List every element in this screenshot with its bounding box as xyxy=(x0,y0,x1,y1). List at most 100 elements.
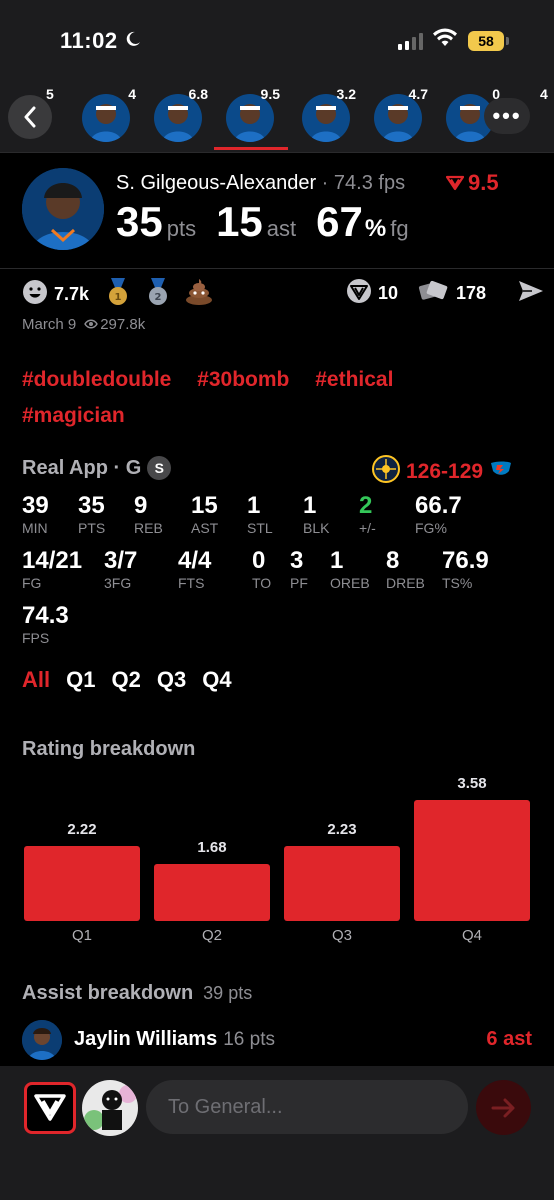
stat-pf: 3 PF xyxy=(290,547,308,591)
assist-avatar xyxy=(22,1020,62,1060)
stat-label: MIN xyxy=(22,520,48,536)
tab-all[interactable]: All xyxy=(22,667,50,693)
stat-label: FPS xyxy=(22,630,50,646)
rating-logo-icon xyxy=(446,175,464,191)
status-time: 11:02 xyxy=(60,28,118,53)
share-icon[interactable] xyxy=(518,279,544,308)
stat-value: 3 xyxy=(290,547,304,574)
stat-label: TS% xyxy=(442,575,473,591)
nuggets-logo-icon xyxy=(372,455,400,489)
fg-pct-sign: % xyxy=(364,215,387,242)
silver-medal-icon[interactable]: 2 xyxy=(145,278,171,311)
tab-q1[interactable]: Q1 xyxy=(66,667,95,693)
likes-count: 7.7k xyxy=(54,284,90,304)
assist-name-text: Jaylin Williams xyxy=(74,1028,218,1050)
game-score[interactable]: 126-129 xyxy=(372,455,513,489)
stat-stl: 1 STL xyxy=(247,492,273,536)
game-badge: S xyxy=(147,456,172,480)
battery-tip xyxy=(506,37,509,45)
points-value: 35 xyxy=(116,198,163,245)
stat-value: 3/7 xyxy=(104,547,138,574)
assist-breakdown-subtitle: 39 pts xyxy=(203,983,253,1003)
arrow-right-icon xyxy=(491,1098,514,1117)
stat-value: 4/4 xyxy=(178,547,212,574)
tab-q4[interactable]: Q4 xyxy=(202,667,231,693)
cards-count: 178 xyxy=(456,283,487,303)
hashtag[interactable]: #doubledouble xyxy=(22,368,171,391)
stat-value: 15 xyxy=(191,492,218,519)
divider xyxy=(0,152,554,153)
chart-data-label: 2.23 xyxy=(327,821,357,838)
chart-data-label: 1.68 xyxy=(197,839,227,856)
gold-medal-icon[interactable]: 1 xyxy=(105,278,131,311)
hashtag[interactable]: #ethical xyxy=(315,368,393,391)
game-title: Real App · G S xyxy=(22,456,172,480)
assist-row[interactable]: Jaylin Williams 16 pts 6 ast xyxy=(22,1020,532,1060)
stat-min: 39 MIN xyxy=(22,492,49,536)
assist-breakdown-header: Assist breakdown 39 pts xyxy=(22,982,252,1005)
assist-player-pts: 16 pts xyxy=(223,1029,275,1050)
stat-reb: 9 REB xyxy=(134,492,163,536)
takes-icon[interactable] xyxy=(346,278,372,309)
cell-signal-icon xyxy=(398,33,423,50)
view-count: 297.8k xyxy=(100,316,146,333)
chart-category-label: Q2 xyxy=(201,927,222,944)
quarter-tabs: All Q1 Q2 Q3 Q4 xyxy=(22,667,232,693)
stat-fps: 74.3 FPS xyxy=(22,602,69,646)
app-logo-button[interactable] xyxy=(24,1082,76,1134)
svg-text:2: 2 xyxy=(155,292,162,303)
battery-icon: 58 xyxy=(468,31,504,51)
stat-dreb: 8 DREB xyxy=(386,547,425,591)
stat-to: 0 TO xyxy=(252,547,271,591)
score-dash: - xyxy=(441,460,449,483)
send-button[interactable] xyxy=(476,1080,531,1135)
user-avatar[interactable] xyxy=(82,1080,138,1136)
chart-data-label: 3.58 xyxy=(457,775,487,792)
player-avatar xyxy=(82,94,130,142)
away-score: 126 xyxy=(406,460,442,483)
strip-player-5[interactable]: 4.7 xyxy=(372,86,428,142)
app-logo-icon xyxy=(34,1094,66,1121)
message-input[interactable] xyxy=(146,1080,468,1134)
thunder-logo-icon xyxy=(489,459,513,485)
hashtag[interactable]: #magician xyxy=(22,404,125,427)
stat-label: 3FG xyxy=(104,575,132,591)
player-avatar-large xyxy=(22,168,104,250)
stat-: 2 +/- xyxy=(359,492,376,536)
stat-label: +/- xyxy=(359,520,376,536)
stat-label: REB xyxy=(134,520,163,536)
strip-value: 3.2 xyxy=(336,86,356,102)
strip-player-2[interactable]: 6.8 xyxy=(152,86,208,142)
tab-q2[interactable]: Q2 xyxy=(111,667,140,693)
stat-value: 2 xyxy=(359,492,373,519)
stat-fg: 66.7 FG% xyxy=(415,492,462,536)
rating-breakdown-title: Rating breakdown xyxy=(22,738,196,760)
cards-icon[interactable] xyxy=(418,278,450,309)
strip-player-3-selected[interactable]: 9.5 xyxy=(224,86,280,142)
assists-unit: ast xyxy=(266,216,297,241)
strip-value-0: 5 xyxy=(46,86,54,102)
hashtag[interactable]: #30bomb xyxy=(197,368,289,391)
stat-label: PTS xyxy=(78,520,106,536)
fg-pct-value: 67 xyxy=(316,198,363,245)
stat-value: 14/21 xyxy=(22,547,83,574)
stat-oreb: 1 OREB xyxy=(330,547,370,591)
poop-icon[interactable] xyxy=(185,279,213,310)
strip-value: 9.5 xyxy=(260,86,280,102)
stat-label: STL xyxy=(247,520,273,536)
strip-player-1[interactable]: 4 xyxy=(80,86,136,142)
strip-player-4[interactable]: 3.2 xyxy=(300,86,356,142)
chevron-left-icon xyxy=(24,106,36,128)
more-button[interactable]: ••• xyxy=(484,98,530,134)
separator: · xyxy=(321,172,329,194)
assists-value: 15 xyxy=(216,198,263,245)
stat-label: FG xyxy=(22,575,42,591)
assist-player-name: Jaylin Williams 16 pts xyxy=(74,1028,275,1051)
player-rating: 9.5 xyxy=(446,170,499,196)
tab-q3[interactable]: Q3 xyxy=(157,667,186,693)
stat-value: 8 xyxy=(386,547,400,574)
stat-value: 9 xyxy=(134,492,148,519)
chart-bar-q1 xyxy=(24,846,140,921)
stat-3fg: 3/7 3FG xyxy=(104,547,137,591)
smile-icon[interactable] xyxy=(22,279,48,310)
